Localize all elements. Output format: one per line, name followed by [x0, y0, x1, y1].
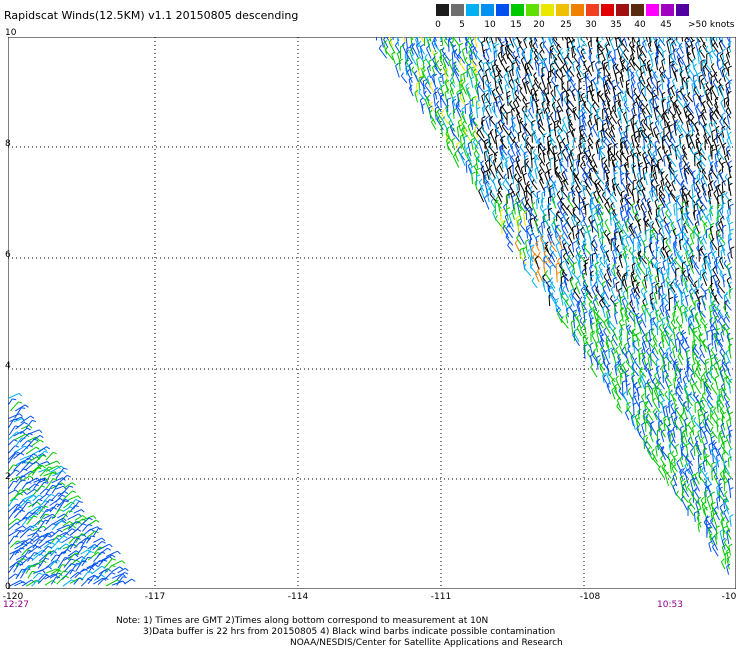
legend-swatch	[601, 4, 614, 16]
wind-barb	[667, 263, 670, 276]
wind-barb	[529, 52, 532, 64]
wind-barb	[667, 362, 670, 371]
legend-swatch	[526, 4, 539, 16]
legend-tick: 30	[585, 20, 597, 30]
wind-barb	[561, 76, 563, 90]
wind-barb	[512, 162, 514, 175]
wind-barb	[721, 182, 724, 193]
legend-swatch	[586, 4, 599, 16]
wind-barb	[525, 185, 528, 199]
wind-barb	[525, 209, 528, 221]
plot-frame	[8, 37, 736, 589]
legend-tick: 0	[435, 20, 441, 30]
wind-barb	[698, 297, 700, 311]
legend-tick: 35	[610, 20, 622, 30]
wind-barb	[584, 205, 587, 216]
legend-swatch	[631, 4, 644, 16]
wind-barb	[423, 80, 425, 94]
wind-barb	[448, 39, 450, 52]
wind-barb	[626, 287, 629, 300]
wind-barb	[632, 384, 635, 395]
legend-unit: >50 knots	[688, 20, 735, 30]
wind-barb	[548, 295, 551, 307]
wind-barb	[608, 155, 610, 168]
wind-barb	[730, 248, 732, 258]
wind-barb	[644, 402, 646, 413]
wind-barb	[422, 60, 425, 71]
wind-barb	[711, 334, 713, 346]
wind-barb	[614, 102, 616, 113]
wind-barb-map	[8, 37, 736, 589]
wind-barb	[662, 372, 664, 383]
wind-barb	[512, 61, 515, 70]
legend-swatch	[451, 4, 464, 16]
wind-barb	[633, 341, 635, 354]
wind-barb	[723, 99, 726, 108]
legend-tick: 20	[533, 20, 545, 30]
wind-barb	[471, 173, 473, 185]
wind-barb	[452, 63, 454, 77]
wind-barb	[512, 175, 515, 185]
legend-swatch	[466, 4, 479, 16]
wind-barb	[556, 273, 558, 283]
wind-barb	[681, 214, 683, 227]
legend-swatch	[661, 4, 674, 16]
wind-speed-legend: 0 5 10 15 20 25 30 35 40 45 >50 knots	[435, 4, 736, 34]
wind-barb	[483, 172, 485, 184]
legend-tick: 25	[560, 20, 572, 30]
wind-barb	[698, 169, 701, 181]
wind-barb	[632, 238, 635, 252]
legend-swatch	[616, 4, 629, 16]
legend-swatch	[556, 4, 569, 16]
wind-barb	[590, 107, 592, 119]
legend-tick: 10	[484, 20, 496, 30]
wind-map-page: Rapidscat Winds(12.5KM) v1.1 20150805 de…	[0, 0, 740, 650]
wind-barb	[721, 204, 724, 214]
wind-barb	[537, 145, 540, 154]
legend-tick: 45	[660, 20, 672, 30]
wind-barb	[601, 233, 604, 244]
wind-barb	[554, 86, 556, 97]
legend-swatch	[496, 4, 509, 16]
legend-tick: 40	[634, 20, 646, 30]
wind-barb	[626, 385, 628, 396]
legend-swatch	[511, 4, 524, 16]
wind-barb	[530, 148, 532, 160]
legend-swatch	[481, 4, 494, 16]
legend-swatch	[646, 4, 659, 16]
wind-barb	[651, 389, 654, 402]
map-title: Rapidscat Winds(12.5KM) v1.1 20150805 de…	[4, 9, 299, 22]
wind-barb	[536, 199, 538, 210]
legend-swatch	[676, 4, 689, 16]
wind-barb	[483, 63, 485, 77]
wind-barb	[620, 154, 622, 167]
legend-tick: 15	[510, 20, 522, 30]
wind-barb	[645, 117, 648, 126]
legend-swatch	[436, 4, 449, 16]
wind-barb	[583, 295, 586, 306]
legend-tick: 5	[459, 20, 465, 30]
wind-barb	[466, 37, 468, 46]
wind-barb	[416, 83, 418, 96]
wind-barb	[537, 64, 540, 77]
legend-swatch	[541, 4, 554, 16]
legend-swatch	[571, 4, 584, 16]
